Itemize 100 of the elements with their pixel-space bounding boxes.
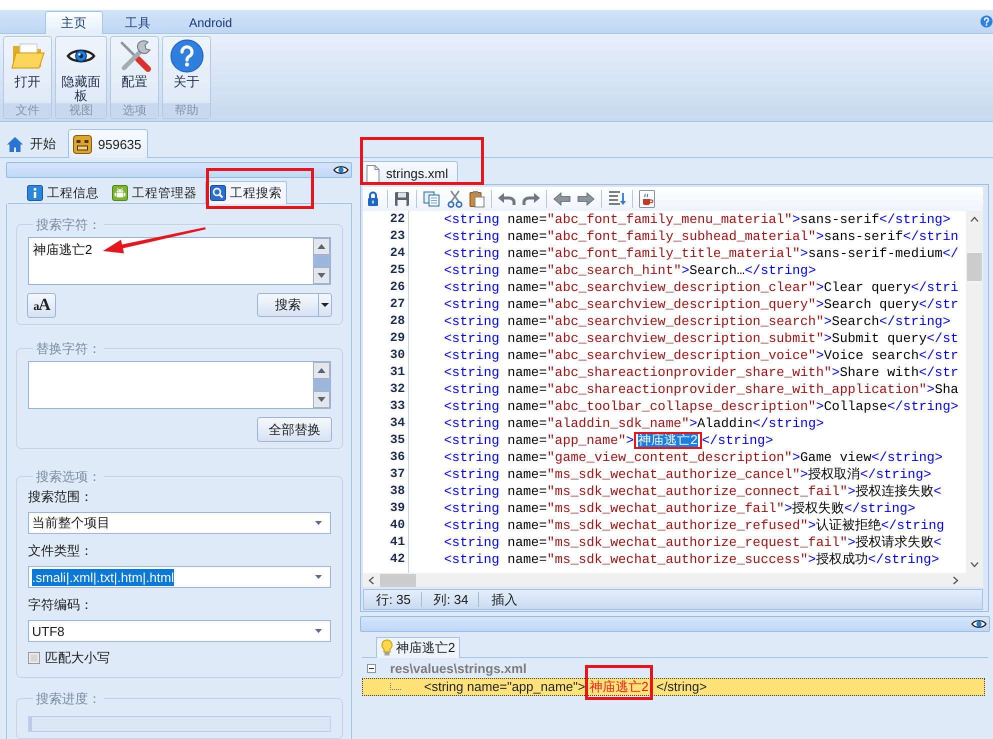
code-line: <string name="aladdin_sdk_name">Aladdin</string>: [444, 415, 825, 432]
dropdown-field[interactable]: .smali|.xml|.txt|.htm|.html: [28, 566, 331, 588]
line-number: 22: [388, 211, 405, 228]
paste-icon[interactable]: [469, 190, 485, 208]
line-number: 40: [388, 517, 405, 534]
scrollbar[interactable]: [313, 362, 330, 408]
hide-panel-button[interactable]: 隐藏面板: [56, 37, 106, 103]
eye-icon[interactable]: [971, 619, 987, 629]
code-line: <string name="abc_font_family_menu_material">sans-serif</string>: [444, 211, 952, 228]
replace-text-field[interactable]: [28, 361, 331, 409]
line-number: 38: [388, 483, 405, 500]
file-icon: [366, 164, 380, 182]
scroll-thumb[interactable]: [380, 574, 416, 586]
lock-icon[interactable]: [365, 190, 381, 208]
code-line: <string name="abc_shareactionprovider_share_with">Share with</str: [444, 364, 960, 381]
code-line: <string name="abc_shareactionprovider_share_with_application">Sha: [444, 381, 960, 398]
scroll-right-icon[interactable]: [953, 576, 959, 584]
results-tab[interactable]: 神庙逃亡2: [376, 637, 460, 658]
line-number: 32: [388, 381, 405, 398]
eye-icon: [66, 46, 96, 64]
panel-tab[interactable]: 工程信息: [22, 181, 104, 204]
vertical-scrollbar[interactable]: [966, 211, 983, 573]
search-button[interactable]: 搜索: [257, 293, 318, 317]
scroll-up-icon[interactable]: [970, 216, 979, 222]
code-line: <string name="abc_font_family_subhead_material">sans-serif</strin: [444, 228, 960, 245]
code-line: <string name="app_name"> 神庙逃亡2 </string>: [444, 432, 774, 449]
line-number: 37: [388, 466, 405, 483]
about-button[interactable]: 关于: [163, 37, 210, 103]
field-label: 文件类型：: [28, 543, 94, 559]
undo-icon[interactable]: [498, 192, 516, 206]
scroll-left-icon[interactable]: [368, 576, 374, 584]
dropdown-field[interactable]: UTF8: [28, 620, 331, 642]
ribbon-tab[interactable]: Android: [173, 11, 248, 34]
line-number: 36: [388, 449, 405, 466]
code-line: <string name="abc_searchview_description_search">Search</string>: [444, 313, 952, 330]
cut-icon[interactable]: [447, 190, 463, 208]
help-icon[interactable]: [980, 15, 993, 28]
line-number: 28: [388, 313, 405, 330]
code-line: <string name="abc_search_hint">Search…</string>: [444, 262, 817, 279]
panel-tab[interactable]: 工程管理器: [107, 181, 202, 204]
line-number: 27: [388, 296, 405, 313]
code-line: <string name="abc_font_family_title_material">sans-serif-medium</: [444, 245, 960, 262]
folder-icon: [10, 40, 44, 70]
settings-button[interactable]: 配置: [111, 37, 158, 103]
caret-icon: [321, 303, 329, 307]
line-number: 23: [388, 228, 405, 245]
group-label: 搜索进度：: [35, 691, 102, 706]
group-label: 选项: [111, 103, 158, 118]
lines-arrow-icon[interactable]: [608, 190, 626, 208]
group-label: 文件: [4, 103, 51, 118]
open-button[interactable]: 打开: [4, 37, 51, 103]
redo-icon[interactable]: [522, 192, 540, 206]
search-result-row[interactable]: <string name="app_name"> 神庙逃亡2 </string>: [362, 678, 985, 696]
line-number: 39: [388, 500, 405, 517]
document-tab[interactable]: 开始: [3, 129, 63, 158]
save-icon[interactable]: [394, 191, 410, 207]
code-line: <string name="ms_sdk_wechat_authorize_connect_fail">授权连接失败<: [444, 483, 942, 500]
search-icon: [210, 185, 226, 201]
line-number: 29: [388, 330, 405, 347]
ribbon-tab[interactable]: 主页: [45, 11, 103, 34]
line-indicator: 行: 35: [375, 590, 412, 608]
line-number: 42: [388, 551, 405, 568]
forward-arrow-icon[interactable]: [577, 192, 595, 206]
code-line: <string name="ms_sdk_wechat_authorize_request_fail">授权请求失败<: [444, 534, 942, 551]
code-line: <string name="abc_searchview_description_voice">Voice search</str: [444, 347, 960, 364]
code-line: <string name="game_view_content_description">Game view</string>: [444, 449, 944, 466]
home-icon: [6, 136, 24, 152]
line-number: 35: [388, 432, 405, 449]
scroll-thumb[interactable]: [967, 253, 982, 281]
panel-tab[interactable]: 工程搜索: [205, 181, 287, 204]
replace-all-button[interactable]: 全部替换: [257, 417, 332, 442]
line-number: 26: [388, 279, 405, 296]
eye-icon[interactable]: [333, 165, 349, 175]
checkbox[interactable]: [28, 652, 40, 664]
scrollbar[interactable]: [313, 238, 330, 284]
group-label: 搜索字符：: [35, 217, 102, 232]
line-number: 31: [388, 364, 405, 381]
line-number: 33: [388, 398, 405, 415]
caret-icon: [315, 575, 322, 579]
font-button[interactable]: aA: [27, 293, 56, 318]
copy-icon[interactable]: [423, 191, 441, 207]
dropdown-button[interactable]: [318, 293, 332, 317]
coffee-cup-icon[interactable]: [639, 190, 655, 208]
ribbon-tab[interactable]: 工具: [109, 11, 167, 34]
info-icon: [27, 185, 43, 201]
document-tab[interactable]: 959635: [68, 129, 148, 158]
collapse-icon[interactable]: [367, 664, 376, 672]
column-indicator: 列: 34: [432, 590, 470, 608]
face-icon: [73, 134, 92, 154]
code-line: <string name="abc_searchview_description_clear">Clear query</stri: [444, 279, 960, 296]
tree-connector: [389, 682, 401, 692]
scroll-down-icon[interactable]: [970, 562, 979, 568]
back-arrow-icon[interactable]: [553, 192, 571, 206]
result-text: <string name="app_name"> 神庙逃亡2 </string>: [424, 678, 707, 696]
search-text-field[interactable]: 神庙逃亡2: [28, 237, 331, 285]
mode-indicator: 插入: [490, 590, 518, 608]
field-label: 字符编码：: [28, 597, 94, 613]
dropdown-field[interactable]: 当前整个项目: [28, 512, 331, 534]
horizontal-scrollbar[interactable]: [363, 573, 983, 587]
code-line: <string name="ms_sdk_wechat_authorize_fail">授权失败</string>: [444, 500, 916, 517]
